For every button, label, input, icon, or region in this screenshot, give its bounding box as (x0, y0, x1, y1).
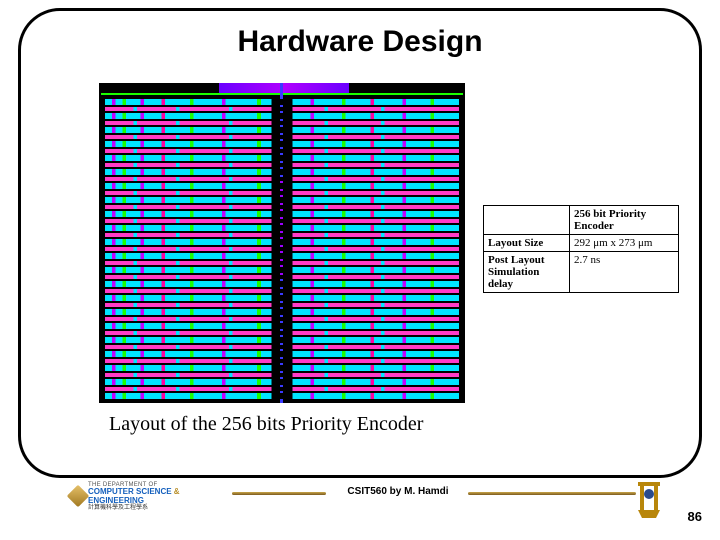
page-number: 86 (688, 509, 702, 524)
table-key: Layout Size (484, 235, 570, 252)
table-header-blank (484, 206, 570, 235)
table-header-value: 256 bit Priority Encoder (570, 206, 679, 235)
table-key: Post Layout Simulation delay (484, 252, 570, 293)
dept-line2: COMPUTER SCIENCE & ENGINEERING (88, 488, 228, 505)
slide: Hardware Design (0, 0, 720, 540)
dept-word: ENGINEERING (88, 496, 144, 505)
table-val: 292 μm x 273 μm (570, 235, 679, 252)
figure-caption: Layout of the 256 bits Priority Encoder (109, 413, 423, 436)
dept-amp: & (174, 487, 180, 496)
chip-layout-image (99, 83, 465, 403)
slide-title: Hardware Design (21, 25, 699, 59)
university-logo (634, 480, 664, 520)
dept-line3: 計算機科學及工程學系 (88, 505, 228, 511)
table-row: Post Layout Simulation delay 2.7 ns (484, 252, 679, 293)
footer-label: CSIT560 by M. Hamdi (332, 486, 464, 497)
slide-frame: Hardware Design (18, 8, 702, 478)
footer-rule-left (232, 492, 326, 495)
department-logo: THE DEPARTMENT OF COMPUTER SCIENCE & ENG… (88, 482, 228, 512)
spec-table: 256 bit Priority Encoder Layout Size 292… (483, 205, 679, 293)
table-row: Layout Size 292 μm x 273 μm (484, 235, 679, 252)
footer-rule-right (468, 492, 636, 495)
table-val: 2.7 ns (570, 252, 679, 293)
